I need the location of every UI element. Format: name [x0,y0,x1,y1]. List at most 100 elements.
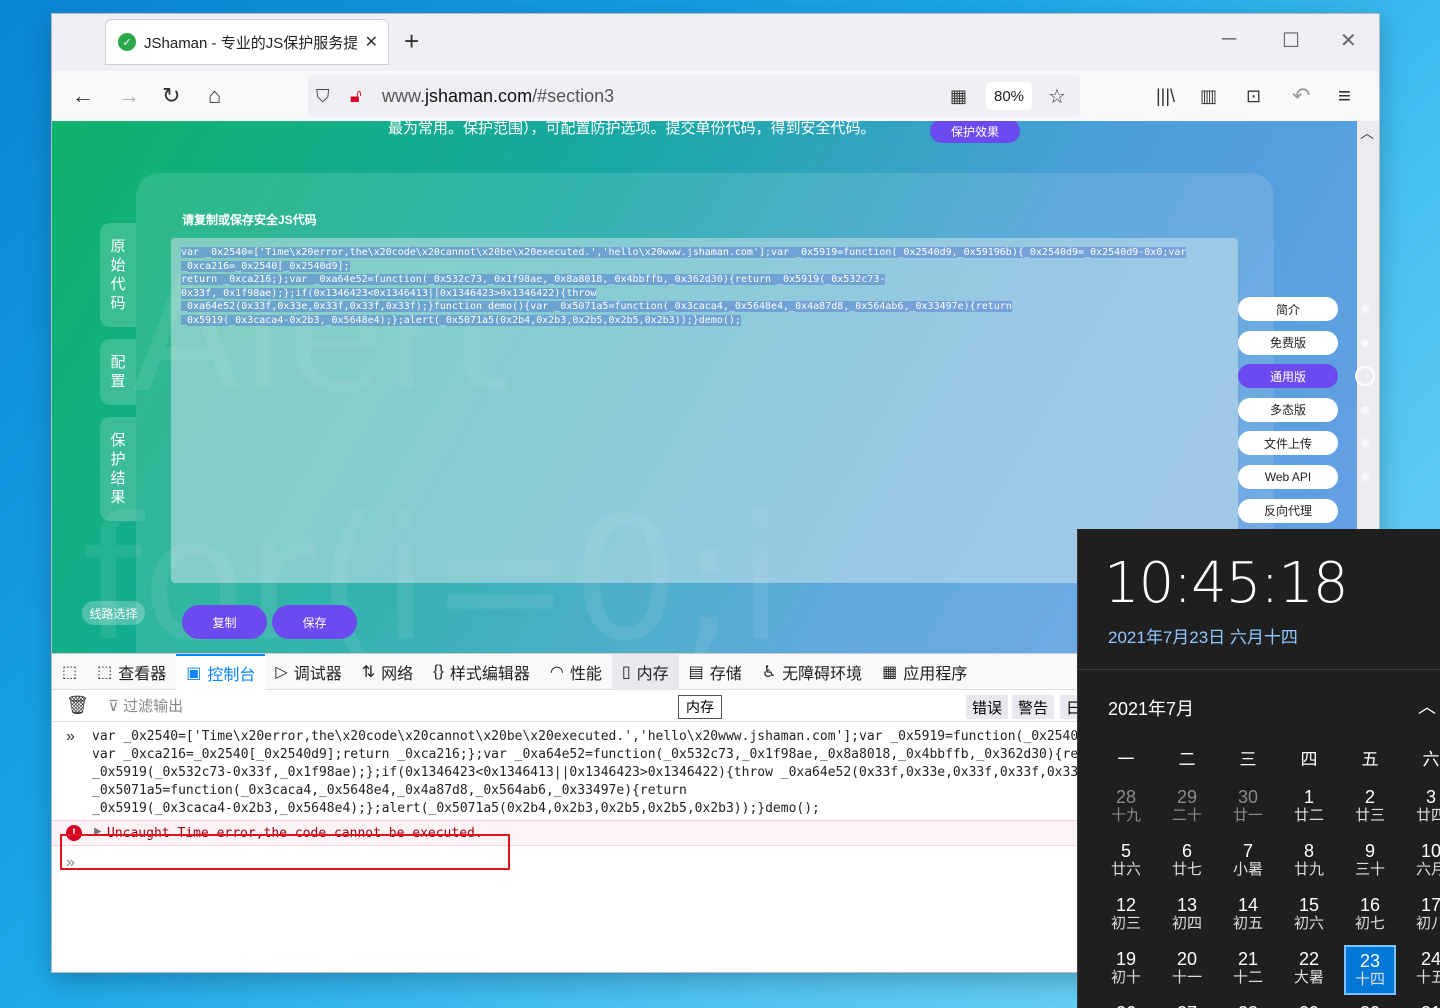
side-tab-original-code[interactable]: 原始代码 [100,223,136,327]
right-menu-item[interactable]: 简介 [1238,297,1338,321]
day-number: 1 [1303,787,1314,807]
new-tab-icon[interactable]: + [404,26,419,57]
calendar-day[interactable]: 29 [1283,999,1335,1008]
insecure-lock-icon[interactable]: 🔓︎ [350,86,362,107]
calendar-day[interactable]: 5 廿六 [1100,837,1152,887]
pick-element-icon[interactable]: ⬚ [52,654,87,690]
nav-dot[interactable] [1361,406,1369,414]
right-menu-item[interactable]: 多态版 [1238,397,1338,422]
url-bar[interactable]: ⛉ 🔓︎ www.jshaman.com/#section3 ▦ 80% ☆ [308,75,1080,117]
filter-errors-button[interactable]: 错误 [966,695,1009,719]
url-text[interactable]: www.jshaman.com/#section3 [382,86,614,107]
calendar-day[interactable]: 28 十九 [1100,783,1152,833]
forward-icon[interactable]: → [118,83,140,109]
back-icon[interactable]: ← [72,83,94,109]
zoom-level[interactable]: 80% [986,82,1032,110]
devtools-tab-memory[interactable]: ▯ 内存 [611,653,679,690]
calendar-day[interactable]: 13 初四 [1161,891,1213,941]
day-number: 12 [1115,895,1137,915]
library-icon[interactable]: |||\ [1156,83,1175,109]
menu-icon[interactable]: ≡ [1338,83,1351,109]
filter-input[interactable]: ⊽ 过滤输出 [108,695,183,716]
right-menu-item[interactable]: 反向代理 [1238,498,1338,523]
route-select-button[interactable]: 线路选择 [82,601,145,625]
protection-effect-button[interactable]: 保护效果 [930,121,1020,143]
calendar-day[interactable]: 30 [1344,999,1396,1008]
close-window-icon[interactable]: ✕ [1340,28,1357,53]
devtools-tab-style-editor[interactable]: {} 样式编辑器 [423,654,540,690]
calendar-day[interactable]: 2 廿三 [1344,783,1396,833]
right-menu-item[interactable]: 通用版 [1238,364,1338,389]
bookmark-star-icon[interactable]: ☆ [1048,84,1066,109]
calendar-day[interactable]: 17初八 [1405,891,1440,941]
calendar-day[interactable]: 16 初七 [1344,891,1396,941]
calendar-day[interactable]: 6 廿七 [1161,837,1213,887]
devtools-tab-debugger[interactable]: ▷ 调试器 [265,654,351,690]
nav-bar: ← → ↻ ⌂ ⛉ 🔓︎ www.jshaman.com/#section3 ▦… [52,71,1379,121]
scroll-up-icon[interactable]: ︿ [1360,123,1374,143]
console-input-line: _0x5071a5=function(_0x3caca4,_0x5648e4,_… [92,783,687,798]
devtools-tab-performance[interactable]: ◠ 性能 [540,654,612,690]
sidebar-icon[interactable]: ▥ [1200,83,1217,109]
minimize-icon[interactable]: ─ [1222,28,1236,51]
filter-warnings-button[interactable]: 警告 [1012,695,1055,719]
calendar-day[interactable]: 1 廿二 [1283,783,1335,833]
clock-date[interactable]: 2021年7月23日 六月十四 [1108,623,1298,648]
calendar-day[interactable]: 22 大暑 [1283,945,1335,995]
reload-icon[interactable]: ↻ [162,83,180,109]
browser-tab[interactable]: ✓ JShaman - 专业的JS保护服务提 ✕ [106,20,388,64]
calendar-day[interactable]: 3廿四 [1405,783,1440,833]
devtools-tab-accessibility[interactable]: ♿︎ 无障碍环境 [752,654,872,690]
calendar-day[interactable]: 29 二十 [1161,783,1213,833]
trash-icon[interactable]: 🗑︎ [66,695,89,716]
copy-button[interactable]: 复制 [182,605,267,639]
shield-icon[interactable]: ⛉ [316,86,330,107]
calendar-day[interactable]: 23 十四 [1342,943,1398,997]
right-menu-item[interactable]: Web API [1238,464,1338,489]
side-tab-protect-result[interactable]: 保护结果 [100,417,136,521]
weekday-label: 四 [1300,750,1318,769]
calendar-day[interactable]: 15 初六 [1283,891,1335,941]
screenshot-crop-icon[interactable]: ⊡ [1246,83,1261,109]
calendar-day[interactable]: 20 十一 [1161,945,1213,995]
calendar-day[interactable]: 19 初十 [1100,945,1152,995]
qr-code-icon[interactable]: ▦ [950,86,967,107]
calendar-day[interactable]: 26 [1100,999,1152,1008]
day-number: 17 [1420,895,1440,915]
calendar-day[interactable]: 21 十二 [1222,945,1274,995]
nav-dot-active[interactable] [1355,366,1375,386]
devtools-tab-application[interactable]: ▦ 应用程序 [872,654,977,690]
devtools-tab-network[interactable]: ⇅ 网络 [352,654,423,690]
calendar-day[interactable]: 10六月 [1405,837,1440,887]
calendar-day[interactable]: 9 三十 [1344,837,1396,887]
devtools-tab-console[interactable]: ▣ 控制台 [176,653,266,690]
nav-dot[interactable] [1361,439,1369,447]
calendar-day[interactable]: 12 初三 [1100,891,1152,941]
day-number: 23 [1359,951,1381,971]
maximize-icon[interactable]: ☐ [1282,28,1300,53]
calendar-day[interactable]: 28 [1222,999,1274,1008]
calendar-day[interactable]: 24十五 [1405,945,1440,995]
devtools-tab-storage[interactable]: ▤ 存储 [679,654,752,690]
home-icon[interactable]: ⌂ [208,83,221,109]
right-menu-item[interactable]: 免费版 [1238,330,1338,355]
calendar-day[interactable]: 27 [1161,999,1213,1008]
nav-dot[interactable] [1361,305,1369,313]
undo-icon[interactable]: ↶ [1292,83,1310,109]
calendar-day[interactable]: 30 廿一 [1222,783,1274,833]
devtools-tab-inspector[interactable]: ⬚ 查看器 [87,654,176,690]
nav-dot[interactable] [1361,339,1369,347]
calendar-day[interactable]: 14 初五 [1222,891,1274,941]
clock-time: 10:45:18 [1104,551,1349,616]
save-button[interactable]: 保存 [272,605,357,639]
side-tab-config[interactable]: 配置 [100,339,136,405]
calendar-month[interactable]: 2021年7月 [1108,695,1194,721]
console-prompt[interactable]: » [66,854,75,872]
calendar-day[interactable]: 8 廿九 [1283,837,1335,887]
chevron-up-icon[interactable]: ︿ [1418,693,1436,719]
close-tab-icon[interactable]: ✕ [365,32,378,52]
calendar-day[interactable]: 31 [1405,999,1440,1008]
nav-dot[interactable] [1361,473,1369,481]
calendar-day[interactable]: 7 小暑 [1222,837,1274,887]
right-menu-item[interactable]: 文件上传 [1238,431,1338,456]
